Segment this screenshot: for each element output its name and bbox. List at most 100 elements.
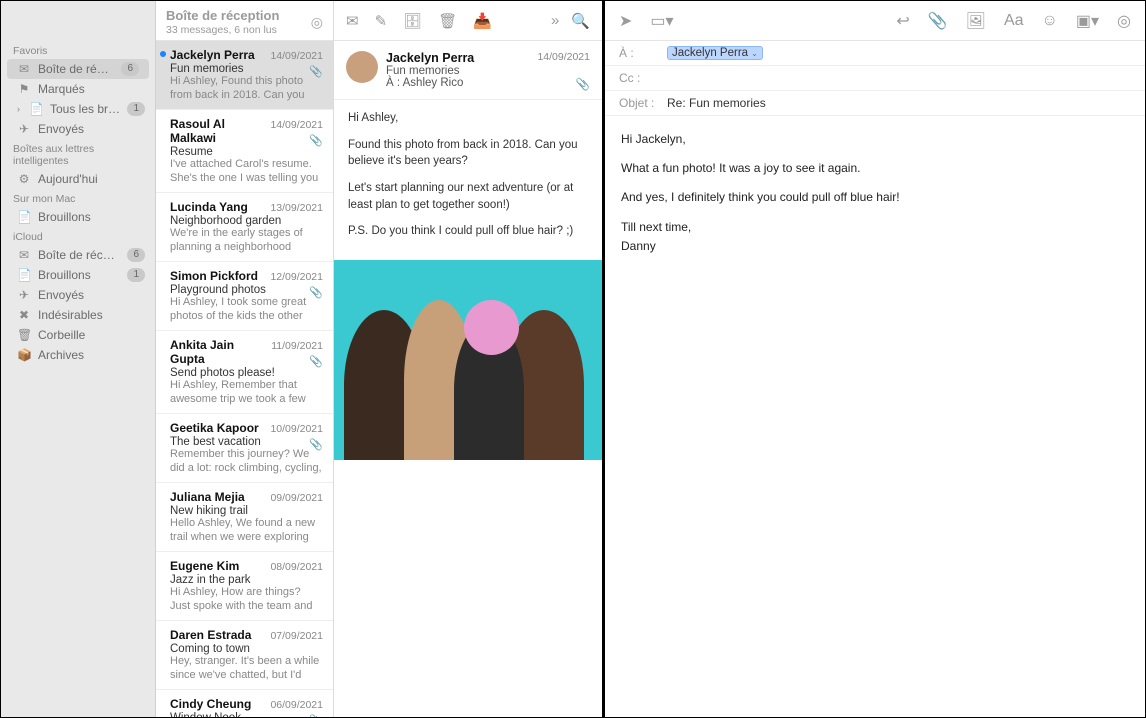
- msg-sender: Lucinda Yang: [170, 200, 248, 214]
- compose-toolbar: ➤ ▭▾ ↩ 📎 🖼 Aa ☺ ▣▾ ◎: [605, 1, 1145, 41]
- sent-icon: ✈: [17, 288, 31, 302]
- msg-subject: New hiking trail: [170, 505, 323, 517]
- messages-scroll[interactable]: Jackelyn Perra14/09/2021Fun memories📎Hi …: [156, 41, 333, 717]
- sidebar-item-ind-sirables[interactable]: ✖Indésirables: [1, 305, 155, 325]
- sidebar-item-archives[interactable]: 📦Archives: [1, 345, 155, 365]
- body-p1: Found this photo from back in 2018. Can …: [348, 137, 588, 170]
- attach-icon[interactable]: 📎: [928, 11, 948, 31]
- header-fields-icon[interactable]: ▭▾: [650, 11, 673, 31]
- sidebar-item-brouillons[interactable]: 📄 Brouillons: [1, 207, 155, 227]
- compose-body[interactable]: Hi Jackelyn, What a fun photo! It was a …: [605, 116, 1145, 280]
- sidebar-item-bo-te-de-r-ception[interactable]: ✉Boîte de réception6: [1, 245, 155, 265]
- message-item[interactable]: Rasoul Al Malkawi14/09/2021Resume📎I've a…: [156, 110, 333, 193]
- inbox-title: Boîte de réception: [166, 8, 279, 24]
- sender-avatar: [346, 51, 378, 83]
- inbox-icon: ✉: [17, 62, 31, 76]
- sidebar-item-tous-les-brouillons[interactable]: ›📄Tous les brouillons1: [1, 99, 155, 119]
- msg-date: 10/09/2021: [270, 423, 323, 435]
- doc-icon: 📄: [29, 102, 43, 116]
- more-icon[interactable]: »: [551, 12, 559, 30]
- sidebar-item-corbeille[interactable]: 🗑Corbeille: [1, 325, 155, 345]
- send-icon[interactable]: ➤: [619, 11, 632, 31]
- to-field[interactable]: À : Jackelyn Perra ⌄: [605, 41, 1145, 66]
- msg-sender: Jackelyn Perra: [170, 48, 255, 62]
- message-item[interactable]: Simon Pickford12/09/2021Playground photo…: [156, 262, 333, 331]
- sidebar-item-bo-te-de-r-ception[interactable]: ✉ Boîte de réception 6: [7, 59, 149, 79]
- recipient-token[interactable]: Jackelyn Perra ⌄: [667, 46, 763, 60]
- message-header: Jackelyn Perra 14/09/2021 Fun memories À…: [334, 41, 602, 100]
- archive-icon[interactable]: 🗄: [403, 12, 422, 30]
- content-sender: Jackelyn Perra: [386, 51, 474, 65]
- sidebar-item-envoy-s[interactable]: ✈Envoyés: [1, 119, 155, 139]
- format-icon[interactable]: Aa: [1004, 12, 1024, 30]
- message-item[interactable]: Ankita Jain Gupta11/09/2021Send photos p…: [156, 331, 333, 414]
- message-item[interactable]: Cindy Cheung06/09/2021Window Nook📎Hey As…: [156, 690, 333, 717]
- subject-field[interactable]: Objet : Re: Fun memories: [605, 91, 1145, 116]
- msg-date: 06/09/2021: [270, 699, 323, 711]
- to-value: Ashley Rico: [403, 77, 464, 89]
- sidebar-section-title: Boîtes aux lettres intelligentes: [1, 139, 155, 169]
- gear-icon: ⚙: [17, 172, 31, 186]
- msg-preview: Hi Ashley, Remember that awesome trip we…: [170, 379, 323, 407]
- delete-icon[interactable]: 🗑: [438, 12, 457, 30]
- filter-icon[interactable]: ◎: [311, 14, 323, 31]
- message-item[interactable]: Lucinda Yang13/09/2021Neighborhood garde…: [156, 193, 333, 262]
- photo-icon[interactable]: 🖼: [966, 11, 986, 31]
- compose-p4: Till next time,: [621, 218, 1129, 237]
- attached-photo[interactable]: [334, 260, 602, 460]
- msg-date: 09/09/2021: [270, 492, 323, 504]
- sidebar-item-label: Boîte de réception: [38, 62, 114, 76]
- count-badge: 6: [121, 62, 139, 76]
- msg-subject: Fun memories: [170, 63, 323, 75]
- msg-preview: I've attached Carol's resume. She's the …: [170, 158, 323, 186]
- compose-icon[interactable]: ✎: [375, 12, 388, 30]
- message-item[interactable]: Daren Estrada07/09/2021Coming to townHey…: [156, 621, 333, 690]
- new-mail-icon[interactable]: ✉: [346, 12, 359, 30]
- cc-field[interactable]: Cc :: [605, 66, 1145, 91]
- sidebar-item-label: Brouillons: [38, 210, 145, 224]
- message-list-header: Boîte de réception 33 messages, 6 non lu…: [156, 1, 333, 41]
- compose-p5: Danny: [621, 237, 1129, 256]
- msg-sender: Rasoul Al Malkawi: [170, 117, 270, 145]
- to-field-label: À :: [619, 46, 661, 60]
- sidebar-item-marqu-s[interactable]: ⚑ Marqués: [1, 79, 155, 99]
- disclosure-icon[interactable]: ›: [17, 104, 20, 114]
- doc-icon: 📄: [17, 210, 31, 224]
- sidebar-item-envoy-s[interactable]: ✈Envoyés: [1, 285, 155, 305]
- message-item[interactable]: Eugene Kim08/09/2021Jazz in the parkHi A…: [156, 552, 333, 621]
- message-content: ✉ ✎ 🗄 🗑 📥 » 🔍 Jackelyn Perra 14/09/2021 …: [334, 1, 605, 717]
- inbox-subtitle: 33 messages, 6 non lus: [166, 24, 279, 37]
- message-body: Hi Ashley, Found this photo from back in…: [334, 100, 602, 260]
- sidebar-item-label: Marqués: [38, 82, 145, 96]
- msg-subject: Window Nook: [170, 712, 323, 717]
- msg-sender: Daren Estrada: [170, 628, 251, 642]
- body-p2: Let's start planning our next adventure …: [348, 180, 588, 213]
- media-icon[interactable]: ▣▾: [1076, 11, 1099, 31]
- search-icon[interactable]: 🔍: [571, 12, 590, 30]
- compose-pane: ➤ ▭▾ ↩ 📎 🖼 Aa ☺ ▣▾ ◎ À : Jackelyn Perra …: [605, 1, 1145, 717]
- emoji-icon[interactable]: ☺: [1042, 12, 1058, 30]
- reply-icon[interactable]: ↩: [896, 11, 909, 31]
- msg-subject: Resume: [170, 146, 323, 158]
- msg-date: 14/09/2021: [270, 50, 323, 62]
- markup-icon[interactable]: ◎: [1117, 11, 1131, 31]
- junk-icon[interactable]: 📥: [473, 12, 492, 30]
- message-list: Boîte de réception 33 messages, 6 non lu…: [156, 1, 334, 717]
- msg-preview: We're in the early stages of planning a …: [170, 227, 323, 255]
- msg-date: 08/09/2021: [270, 561, 323, 573]
- message-item[interactable]: Juliana Mejia09/09/2021New hiking trailH…: [156, 483, 333, 552]
- message-item[interactable]: Geetika Kapoor10/09/2021The best vacatio…: [156, 414, 333, 483]
- message-item[interactable]: Jackelyn Perra14/09/2021Fun memories📎Hi …: [156, 41, 333, 110]
- sidebar-section-title: Sur mon Mac: [1, 189, 155, 207]
- content-date: 14/09/2021: [537, 51, 590, 65]
- sidebar-item-label: Indésirables: [38, 308, 145, 322]
- flag-icon: ⚑: [17, 82, 31, 96]
- msg-subject: Send photos please!: [170, 367, 323, 379]
- sidebar-item-label: Archives: [38, 348, 145, 362]
- sidebar-item-aujourd-hui[interactable]: ⚙Aujourd'hui: [1, 169, 155, 189]
- msg-preview: Remember this journey? We did a lot: roc…: [170, 448, 323, 476]
- sidebar-item-brouillons[interactable]: 📄Brouillons1: [1, 265, 155, 285]
- trash-icon: 🗑: [17, 328, 31, 342]
- msg-sender: Eugene Kim: [170, 559, 239, 573]
- chevron-down-icon[interactable]: ⌄: [751, 49, 758, 58]
